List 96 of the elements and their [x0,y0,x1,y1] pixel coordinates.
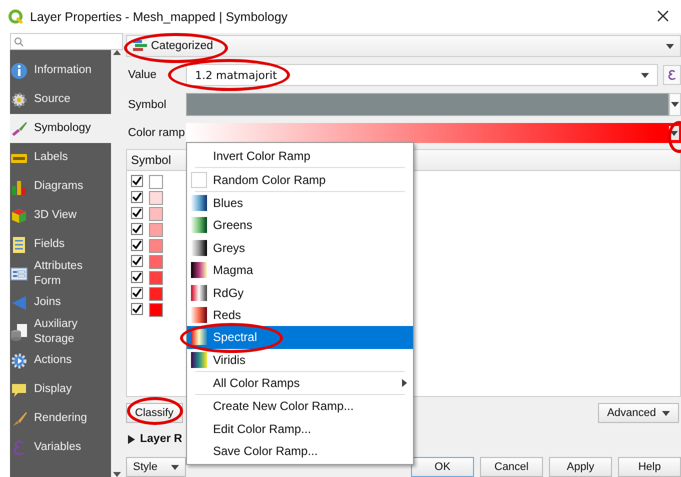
symbol-swatch[interactable] [149,255,163,269]
triangle-icon [10,294,28,312]
sidebar-item[interactable]: Source [10,85,111,114]
symbol-menu-button[interactable] [669,93,681,116]
gradient-icon [191,240,207,256]
menu-item[interactable]: Greys [187,236,413,259]
symbol-swatch[interactable] [149,191,163,205]
menu-item[interactable]: Spectral [187,326,413,349]
gradient-icon [191,194,207,211]
menu-item[interactable]: Blues [187,192,413,214]
symbol-swatch[interactable] [149,175,163,189]
submenu-arrow-icon [402,379,407,388]
dialog-button[interactable]: Apply [549,457,612,477]
checkbox[interactable] [131,175,143,187]
form-icon [10,264,28,282]
gradient-icon [191,352,207,368]
menu-item[interactable]: Create New Color Ramp... [187,395,413,418]
sidebar-item[interactable]: Information [10,56,111,85]
gear-icon [10,352,28,370]
caret-icon [670,130,678,136]
checkbox[interactable] [131,223,143,235]
cube-icon [10,206,28,224]
menu-item[interactable]: All Color Ramps [187,372,413,394]
brush-icon [10,410,28,428]
categorized-icon [133,40,147,52]
sidebar-item[interactable]: Attributes Form [10,259,111,288]
checkbox[interactable] [131,239,143,251]
menu-item[interactable]: Save Color Ramp... [187,440,413,462]
blank-swatch-icon [191,172,207,188]
advanced-button[interactable]: Advanced [598,403,679,423]
menu-item[interactable]: Invert Color Ramp [187,145,413,168]
menu-item[interactable]: Viridis [187,348,413,371]
menu-item[interactable]: Edit Color Ramp... [187,418,413,440]
sidebar-item[interactable]: Variables [10,433,111,462]
dialog-button[interactable]: Cancel [480,457,543,477]
sidebar-item[interactable]: Symbology [10,114,111,143]
field-label: Value [127,69,158,81]
symbol-swatch[interactable] [149,223,163,237]
expression-button[interactable] [663,65,681,85]
checkbox[interactable] [131,287,143,299]
scrollbar[interactable] [111,50,123,477]
value-dropdown[interactable]: 1.2 matmajorit [186,64,658,86]
sidebar-item[interactable]: Labels [10,143,111,172]
sidebar-item[interactable]: Actions [10,346,111,375]
app-logo-icon [8,8,24,24]
search-field[interactable] [10,33,123,50]
menu-item[interactable]: Reds [187,304,413,326]
style-button[interactable]: Style [126,457,186,477]
checkbox[interactable] [131,303,143,315]
gradient-icon [191,306,207,323]
gear-icon [10,90,28,108]
sidebar-item[interactable]: Display [10,375,111,404]
sidebar-item[interactable]: Rendering [10,404,111,433]
info-icon [10,62,28,80]
gradient-icon [191,284,207,301]
caret-icon [662,410,670,416]
symbol-swatch[interactable] [149,207,163,221]
menu-item[interactable]: RdGy [187,281,413,304]
checkbox[interactable] [131,255,143,267]
symbol-swatch[interactable] [149,239,163,253]
sidebar-item[interactable]: Joins [10,288,111,317]
search-icon [14,36,24,46]
caret-icon [671,102,679,107]
gradient-icon [191,262,207,278]
sidebar-item[interactable]: 3D View [10,201,111,230]
renderer-dropdown[interactable]: Categorized [126,35,681,57]
dialog-button[interactable]: Help [618,457,681,477]
sidebar-item[interactable]: Auxiliary Storage [10,317,111,346]
database-icon [10,322,28,340]
scroll-down-icon[interactable] [113,472,121,477]
sidebar-item[interactable]: Fields [10,230,111,259]
menu-item[interactable]: Greens [187,214,413,237]
menu-item[interactable]: Magma [187,258,413,282]
layer-rendering-header[interactable]: Layer R [126,433,182,445]
window-title: Layer Properties - Mesh_mapped | Symbology [30,10,289,24]
table-icon [10,236,28,254]
gradient-icon [191,217,207,234]
caret-icon [641,72,649,78]
field-label: Symbol [127,98,168,110]
color-ramp-button[interactable] [186,123,681,143]
symbol-swatch[interactable] [149,271,163,285]
checkbox[interactable] [131,207,143,219]
expand-arrow-icon [128,434,135,444]
dialog-button[interactable]: OK [411,457,474,477]
field-label: Color ramp [127,127,186,139]
checkbox[interactable] [131,271,143,283]
checkbox[interactable] [131,191,143,203]
caret-icon [666,44,674,48]
symbol-swatch[interactable] [149,287,163,301]
brush-icon [10,120,28,138]
symbol-swatch[interactable] [149,303,163,317]
sidebar-item[interactable]: Diagrams [10,172,111,201]
menu-item[interactable]: Random Color Ramp [187,168,413,191]
epsilon-icon [666,68,678,82]
caret-icon [171,464,179,470]
gradient-icon [191,329,207,346]
